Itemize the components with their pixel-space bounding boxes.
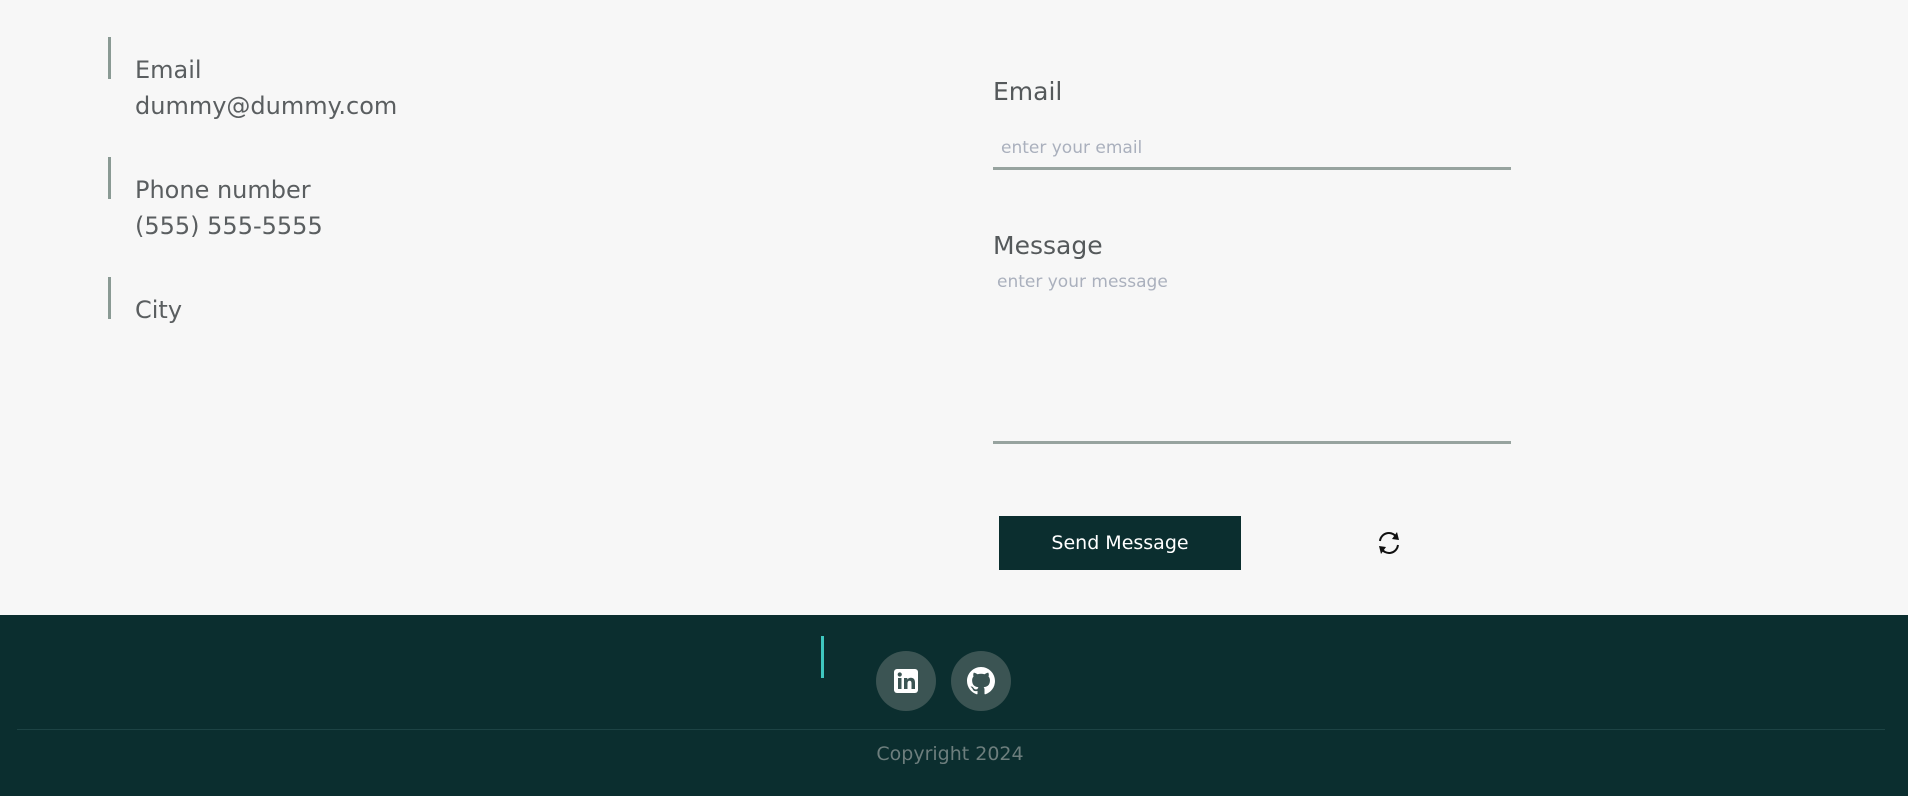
contact-section: Email dummy@dummy.com Phone number (555)… (0, 0, 1908, 615)
accent-bar (821, 636, 824, 678)
phone-label: Phone number (135, 176, 311, 204)
email-input[interactable] (993, 129, 1511, 170)
footer-divider (17, 729, 1885, 730)
accent-bar (108, 157, 111, 199)
email-value: dummy@dummy.com (135, 92, 398, 120)
form-email-label: Email (993, 77, 1063, 106)
copyright-text: Copyright 2024 (876, 743, 1024, 765)
phone-value: (555) 555-5555 (135, 212, 323, 240)
footer: Copyright 2024 (0, 615, 1908, 796)
accent-bar (108, 277, 111, 319)
refresh-icon[interactable] (1374, 528, 1404, 558)
message-textarea[interactable] (993, 272, 1511, 444)
form-message-label: Message (993, 231, 1103, 260)
linkedin-icon[interactable] (876, 651, 936, 711)
city-label: City (135, 296, 183, 324)
email-label: Email (135, 56, 202, 84)
github-icon[interactable] (951, 651, 1011, 711)
accent-bar (108, 37, 111, 79)
send-message-button[interactable]: Send Message (999, 516, 1241, 570)
